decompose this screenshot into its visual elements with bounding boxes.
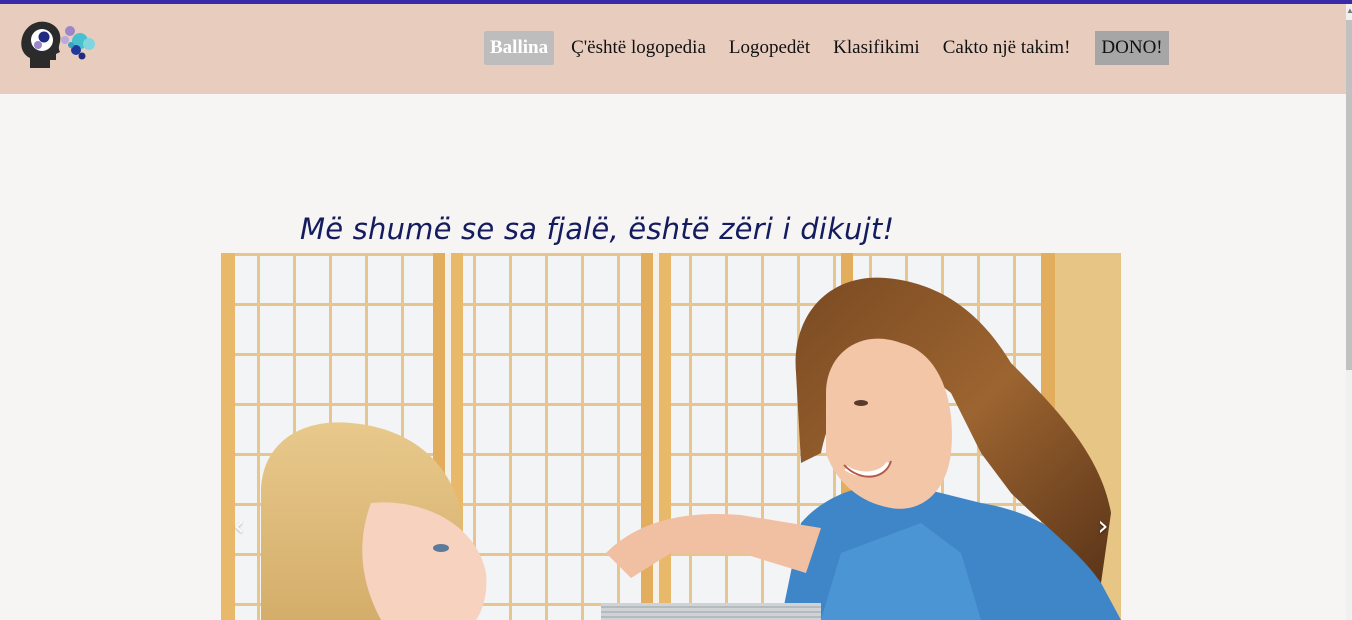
site-logo[interactable] — [18, 18, 102, 78]
carousel-slide-photo — [221, 253, 1121, 620]
nav-item-ballina[interactable]: Ballina — [484, 31, 555, 65]
head-with-thought-bubbles-icon — [21, 21, 95, 68]
hero-carousel: ‹ › — [221, 253, 1121, 620]
scroll-up-arrow-icon[interactable]: ▲ — [1346, 6, 1352, 16]
nav-item-cakto-takim[interactable]: Cakto një takim! — [937, 31, 1077, 65]
hero-tagline: Më shumë se sa fjalë, është zëri i dikuj… — [300, 212, 895, 246]
nav-item-cfare-eshte-logopedia[interactable]: Ç'është logopedia — [565, 31, 712, 65]
scrollbar-thumb[interactable] — [1346, 20, 1352, 370]
carousel-next-arrow-icon[interactable]: › — [1091, 511, 1115, 541]
nav-item-logopedet[interactable]: Logopedët — [723, 31, 816, 65]
navbar: Ballina Ç'është logopedia Logopedët Klas… — [0, 4, 1346, 94]
carousel-prev-arrow-icon[interactable]: ‹ — [227, 511, 251, 541]
nav-item-klasifikimi[interactable]: Klasifikimi — [827, 31, 926, 65]
page-scrollbar[interactable]: ▲ — [1346, 4, 1352, 620]
donate-button[interactable]: DONO! — [1095, 31, 1169, 65]
main-nav: Ballina Ç'është logopedia Logopedët Klas… — [484, 31, 1169, 65]
